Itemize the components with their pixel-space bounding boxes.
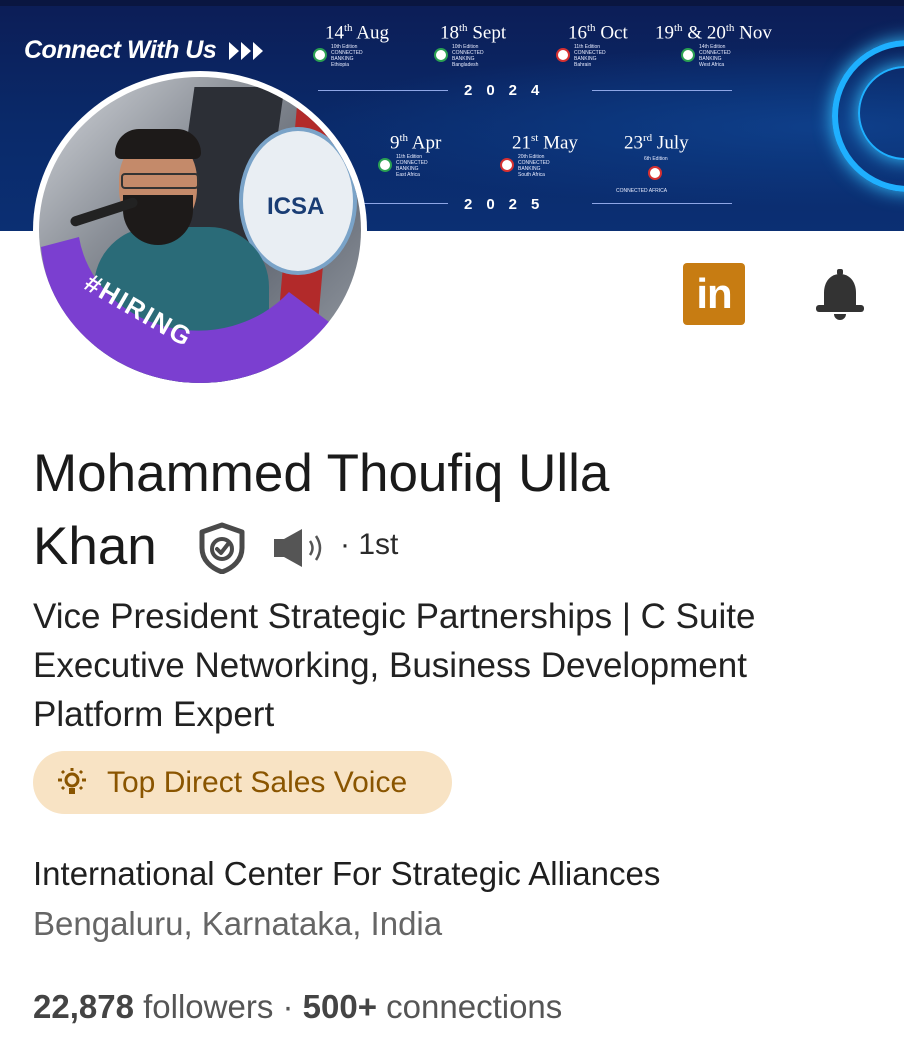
profile-photo-image: ICSA #HIRING bbox=[39, 77, 361, 383]
event-may: 21st May 20th Edition CONNECTED BANKING Sou… bbox=[500, 132, 578, 178]
arrow-right-icon bbox=[228, 42, 263, 61]
profile-location: Bengaluru, Karnataka, India bbox=[33, 905, 443, 942]
year-2025: 2025 bbox=[464, 196, 554, 213]
event-apr: 9th Apr 11th Edition CONNECTED BANKING East… bbox=[378, 132, 441, 178]
current-company[interactable]: International Center For Strategic Allia… bbox=[33, 855, 660, 893]
banner-title: Connect With Us bbox=[24, 36, 265, 65]
event-july: 23rd July 6th Edition CONNECTED AFRICA bbox=[616, 132, 689, 194]
profile-name-line2: Khan bbox=[33, 517, 157, 576]
profile-name: Mohammed Thoufiq Ulla bbox=[33, 444, 610, 503]
profile-photo[interactable]: ICSA #HIRING bbox=[33, 71, 367, 389]
connections-count: 500+ bbox=[302, 988, 377, 1025]
followers-count: 22,878 bbox=[33, 988, 134, 1025]
event-oct: 16th Oct 11th Edition CONNECTED BANKING Bah… bbox=[556, 22, 628, 68]
year-2024: 2024 bbox=[464, 82, 554, 99]
lightbulb-icon bbox=[58, 768, 86, 794]
event-aug: 14th Aug 10th Edition CONNECTED BANKING Eth… bbox=[313, 22, 389, 68]
profile-headline: Vice President Strategic Partnerships | … bbox=[33, 597, 756, 734]
event-sept: 18th Sept 10th Edition CONNECTED BANKING Ba… bbox=[434, 22, 506, 68]
banner-top-edge bbox=[0, 0, 904, 6]
connections-label: connections bbox=[377, 988, 563, 1025]
followers-label: followers · bbox=[133, 988, 303, 1025]
speaker-icon[interactable] bbox=[272, 527, 330, 569]
verified-shield-icon[interactable] bbox=[197, 522, 247, 574]
top-voice-label: Top Direct Sales Voice bbox=[107, 766, 408, 799]
hiring-frame bbox=[41, 237, 329, 383]
top-voice-badge[interactable]: Top Direct Sales Voice bbox=[33, 751, 452, 814]
linkedin-icon[interactable]: in bbox=[683, 263, 745, 325]
event-nov: 19th & 20th Nov 14th Edition CONNECTED BAN… bbox=[655, 22, 772, 68]
bell-icon[interactable] bbox=[812, 266, 868, 322]
connection-degree: · 1st bbox=[340, 528, 399, 561]
network-stats[interactable]: 22,878 followers · 500+ connections bbox=[33, 988, 562, 1026]
year-divider-right-2025 bbox=[592, 203, 732, 204]
year-divider-right bbox=[592, 90, 732, 91]
